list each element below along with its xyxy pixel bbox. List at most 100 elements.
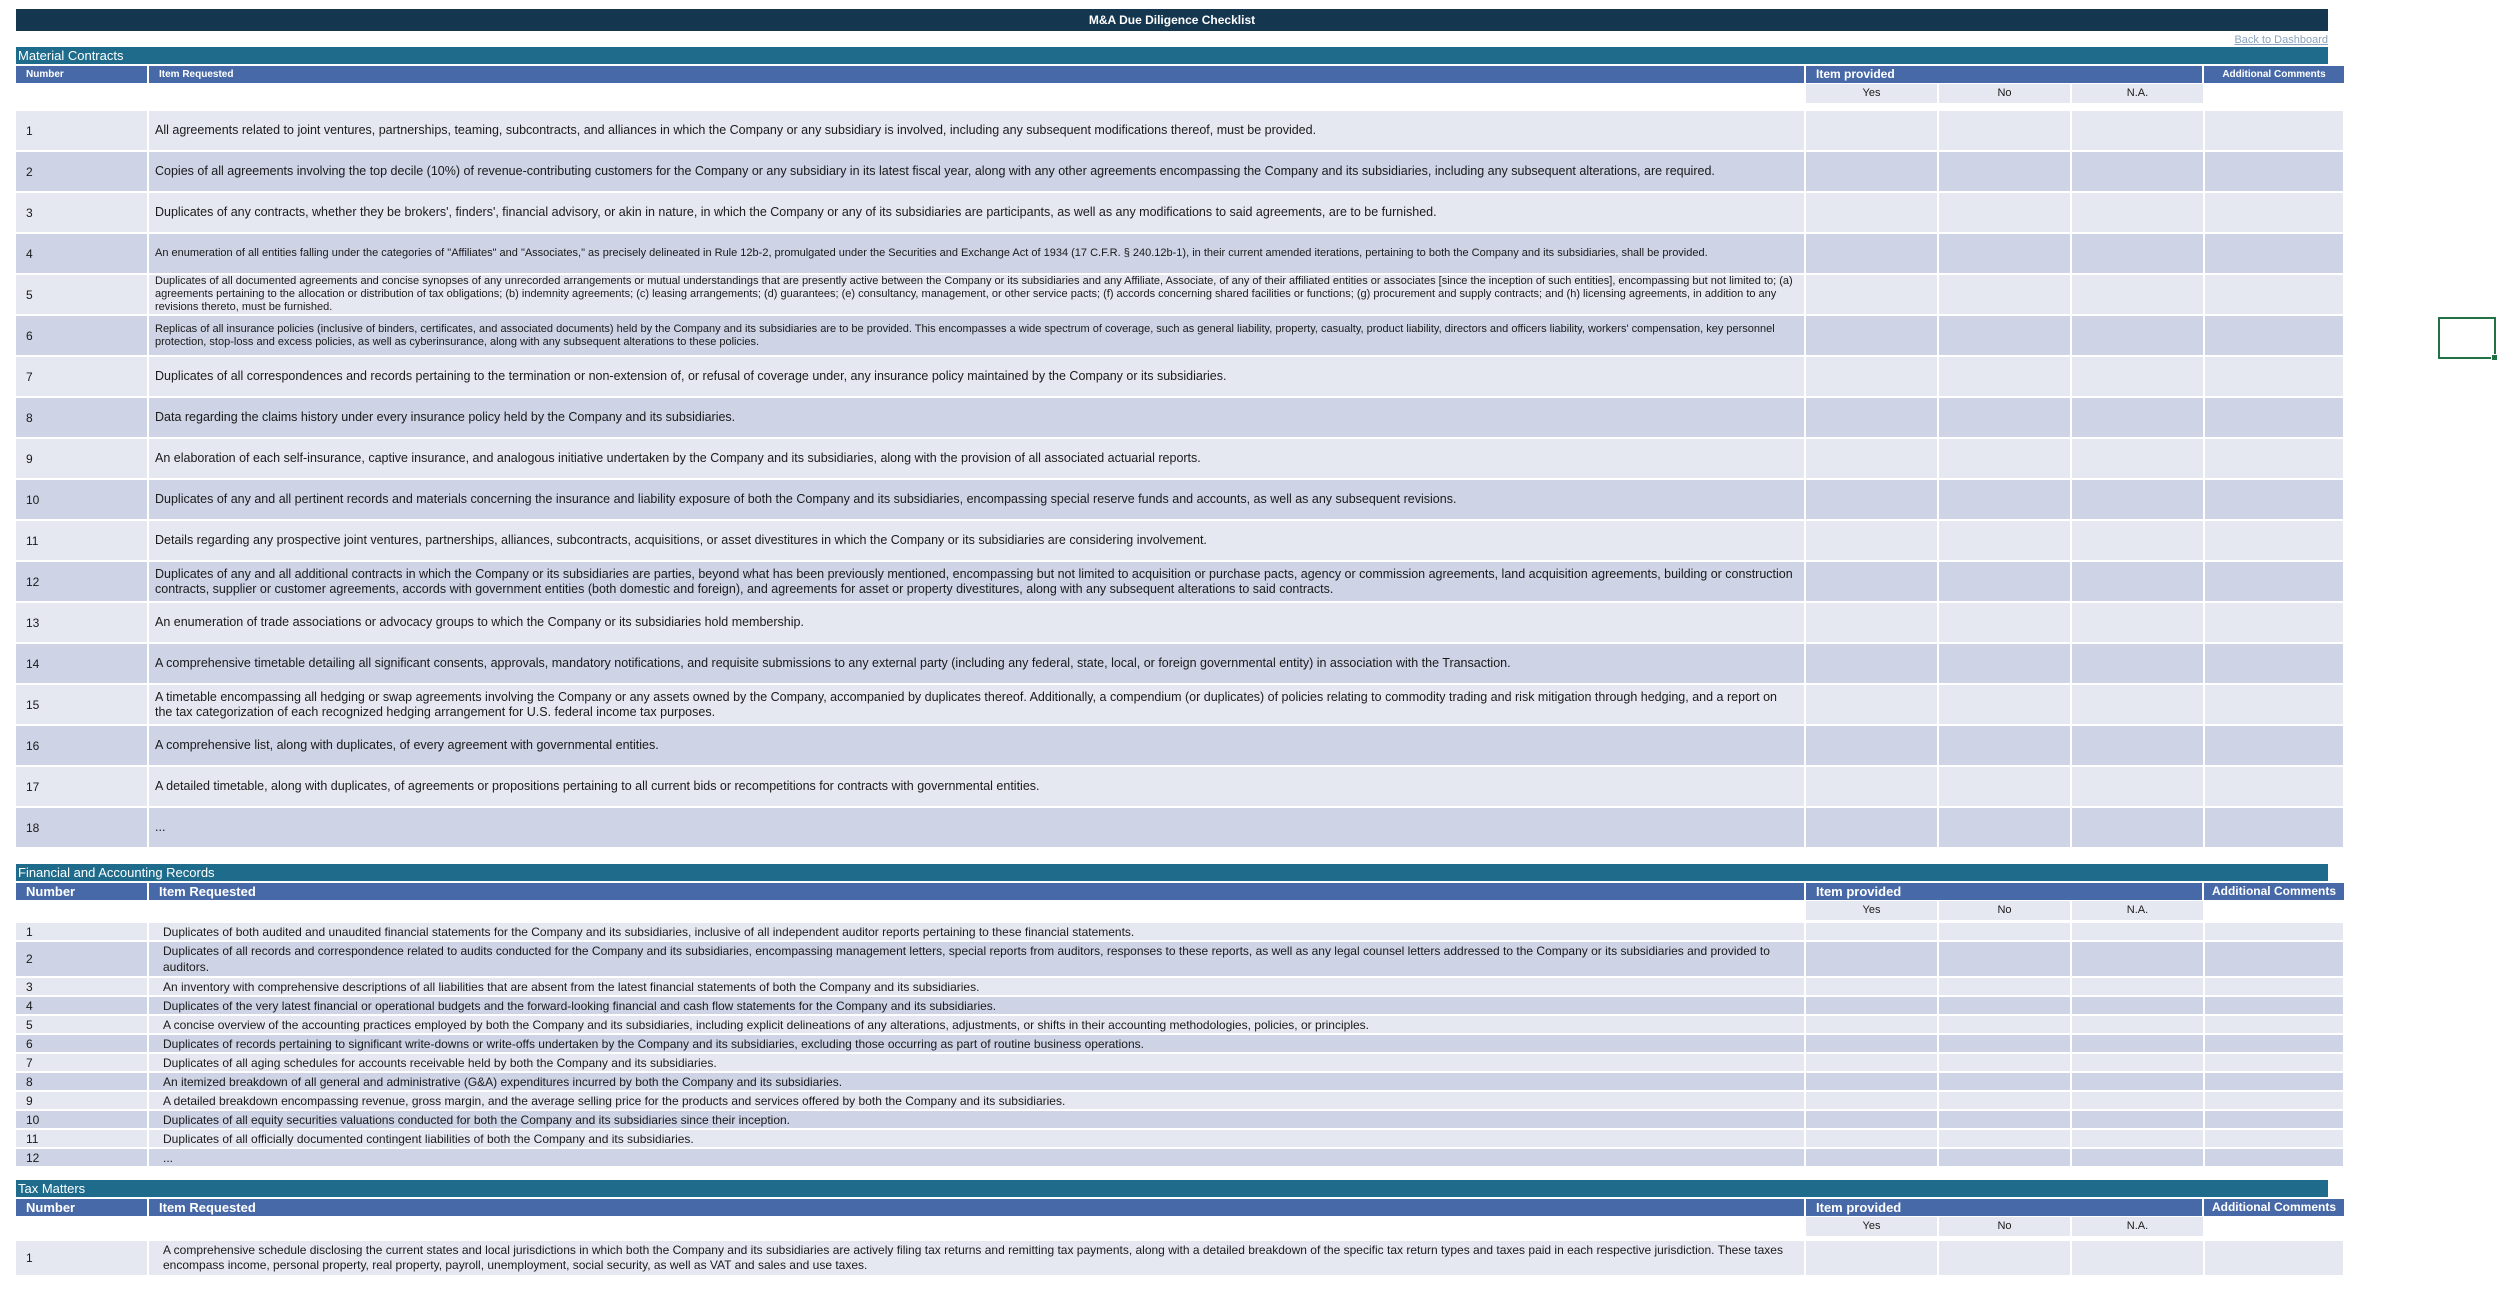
yes-checkbox-cell[interactable] [1806, 193, 1937, 232]
na-checkbox-cell[interactable] [2072, 942, 2203, 976]
additional-comments-cell[interactable] [2205, 1149, 2343, 1166]
yes-checkbox-cell[interactable] [1806, 152, 1937, 191]
na-checkbox-cell[interactable] [2072, 275, 2203, 314]
no-checkbox-cell[interactable] [1939, 1111, 2070, 1128]
na-checkbox-cell[interactable] [2072, 111, 2203, 150]
table-row[interactable]: 5 Duplicates of all documented agreements… [16, 275, 2343, 314]
na-checkbox-cell[interactable] [2072, 1092, 2203, 1109]
na-checkbox-cell[interactable] [2072, 439, 2203, 478]
additional-comments-cell[interactable] [2205, 1241, 2343, 1275]
selected-cell[interactable] [2438, 317, 2498, 361]
table-row[interactable]: 4 An enumeration of all entities falling … [16, 234, 2343, 273]
na-checkbox-cell[interactable] [2072, 562, 2203, 601]
table-row[interactable]: 2 Duplicates of all records and correspon… [16, 942, 2343, 976]
additional-comments-cell[interactable] [2205, 1092, 2343, 1109]
table-row[interactable]: 1 Duplicates of both audited and unaudite… [16, 923, 2343, 940]
additional-comments-cell[interactable] [2205, 808, 2343, 847]
no-checkbox-cell[interactable] [1939, 997, 2070, 1014]
yes-checkbox-cell[interactable] [1806, 1149, 1937, 1166]
na-checkbox-cell[interactable] [2072, 1054, 2203, 1071]
table-row[interactable]: 2 Copies of all agreements involving the … [16, 152, 2343, 191]
yes-checkbox-cell[interactable] [1806, 521, 1937, 560]
yes-checkbox-cell[interactable] [1806, 603, 1937, 642]
additional-comments-cell[interactable] [2205, 234, 2343, 273]
additional-comments-cell[interactable] [2205, 942, 2343, 976]
additional-comments-cell[interactable] [2205, 357, 2343, 396]
table-row[interactable]: 15 A timetable encompassing all hedging o… [16, 685, 2343, 724]
no-checkbox-cell[interactable] [1939, 685, 2070, 724]
additional-comments-cell[interactable] [2205, 275, 2343, 314]
additional-comments-cell[interactable] [2205, 1035, 2343, 1052]
na-checkbox-cell[interactable] [2072, 521, 2203, 560]
additional-comments-cell[interactable] [2205, 685, 2343, 724]
additional-comments-cell[interactable] [2205, 521, 2343, 560]
na-checkbox-cell[interactable] [2072, 1073, 2203, 1090]
no-checkbox-cell[interactable] [1939, 603, 2070, 642]
na-checkbox-cell[interactable] [2072, 603, 2203, 642]
no-checkbox-cell[interactable] [1939, 234, 2070, 273]
yes-checkbox-cell[interactable] [1806, 357, 1937, 396]
yes-checkbox-cell[interactable] [1806, 398, 1937, 437]
table-row[interactable]: 7 Duplicates of all aging schedules for a… [16, 1054, 2343, 1071]
no-checkbox-cell[interactable] [1939, 480, 2070, 519]
na-checkbox-cell[interactable] [2072, 1035, 2203, 1052]
no-checkbox-cell[interactable] [1939, 1016, 2070, 1033]
no-checkbox-cell[interactable] [1939, 439, 2070, 478]
additional-comments-cell[interactable] [2205, 978, 2343, 995]
table-row[interactable]: 14 A comprehensive timetable detailing al… [16, 644, 2343, 683]
no-checkbox-cell[interactable] [1939, 562, 2070, 601]
additional-comments-cell[interactable] [2205, 603, 2343, 642]
na-checkbox-cell[interactable] [2072, 767, 2203, 806]
table-row[interactable]: 10 Duplicates of any and all pertinent re… [16, 480, 2343, 519]
table-row[interactable]: 5A concise overview of the accounting pr… [16, 1016, 2343, 1033]
no-checkbox-cell[interactable] [1939, 1149, 2070, 1166]
additional-comments-cell[interactable] [2205, 316, 2343, 355]
yes-checkbox-cell[interactable] [1806, 1130, 1937, 1147]
na-checkbox-cell[interactable] [2072, 357, 2203, 396]
yes-checkbox-cell[interactable] [1806, 1092, 1937, 1109]
na-checkbox-cell[interactable] [2072, 398, 2203, 437]
additional-comments-cell[interactable] [2205, 923, 2343, 940]
no-checkbox-cell[interactable] [1939, 398, 2070, 437]
table-row[interactable]: 12... [16, 1149, 2343, 1166]
additional-comments-cell[interactable] [2205, 1054, 2343, 1071]
yes-checkbox-cell[interactable] [1806, 767, 1937, 806]
no-checkbox-cell[interactable] [1939, 1073, 2070, 1090]
na-checkbox-cell[interactable] [2072, 1241, 2203, 1275]
additional-comments-cell[interactable] [2205, 562, 2343, 601]
yes-checkbox-cell[interactable] [1806, 997, 1937, 1014]
table-row[interactable]: 1 All agreements related to joint venture… [16, 111, 2343, 150]
table-row[interactable]: 6 Duplicates of records pertaining to sig… [16, 1035, 2343, 1052]
na-checkbox-cell[interactable] [2072, 234, 2203, 273]
additional-comments-cell[interactable] [2205, 480, 2343, 519]
no-checkbox-cell[interactable] [1939, 1035, 2070, 1052]
yes-checkbox-cell[interactable] [1806, 1073, 1937, 1090]
fill-handle[interactable] [2491, 354, 2498, 361]
table-row[interactable]: 3 Duplicates of any contracts, whether th… [16, 193, 2343, 232]
additional-comments-cell[interactable] [2205, 1130, 2343, 1147]
additional-comments-cell[interactable] [2205, 997, 2343, 1014]
yes-checkbox-cell[interactable] [1806, 1016, 1937, 1033]
yes-checkbox-cell[interactable] [1806, 111, 1937, 150]
table-row[interactable]: 8 Data regarding the claims history under… [16, 398, 2343, 437]
no-checkbox-cell[interactable] [1939, 1241, 2070, 1275]
additional-comments-cell[interactable] [2205, 152, 2343, 191]
table-row[interactable]: 11 Duplicates of all officially documente… [16, 1130, 2343, 1147]
additional-comments-cell[interactable] [2205, 193, 2343, 232]
na-checkbox-cell[interactable] [2072, 1130, 2203, 1147]
no-checkbox-cell[interactable] [1939, 275, 2070, 314]
na-checkbox-cell[interactable] [2072, 480, 2203, 519]
na-checkbox-cell[interactable] [2072, 1149, 2203, 1166]
no-checkbox-cell[interactable] [1939, 1054, 2070, 1071]
additional-comments-cell[interactable] [2205, 1016, 2343, 1033]
table-row[interactable]: 12 Duplicates of any and all additional c… [16, 562, 2343, 601]
yes-checkbox-cell[interactable] [1806, 1241, 1937, 1275]
no-checkbox-cell[interactable] [1939, 1092, 2070, 1109]
yes-checkbox-cell[interactable] [1806, 808, 1937, 847]
yes-checkbox-cell[interactable] [1806, 439, 1937, 478]
table-row[interactable]: 16 A comprehensive list, along with dupli… [16, 726, 2343, 765]
na-checkbox-cell[interactable] [2072, 685, 2203, 724]
no-checkbox-cell[interactable] [1939, 152, 2070, 191]
yes-checkbox-cell[interactable] [1806, 1111, 1937, 1128]
na-checkbox-cell[interactable] [2072, 1111, 2203, 1128]
